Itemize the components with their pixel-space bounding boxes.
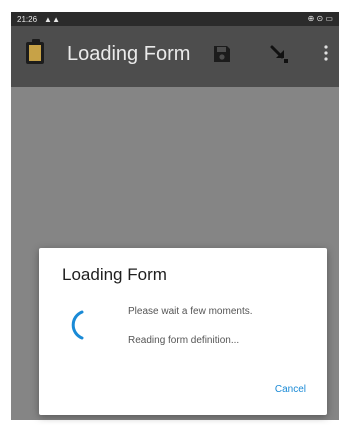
dialog-message-wait: Please wait a few moments.	[128, 306, 253, 317]
cancel-button[interactable]: Cancel	[275, 384, 306, 395]
loading-dialog: Loading Form Please wait a few moments. …	[39, 248, 327, 415]
status-time: 21:26	[17, 15, 38, 24]
dialog-message-status: Reading form definition...	[128, 335, 240, 346]
status-bar: 21:26 ▲ ▲ ⊕ ⊙ ▭	[11, 12, 339, 26]
app-bar: Loading Form	[11, 26, 339, 87]
status-icons: ⊕ ⊙ ▭	[307, 14, 333, 23]
more-vert-icon[interactable]	[323, 44, 329, 62]
loading-spinner-icon	[71, 310, 84, 340]
dialog-title: Loading Form	[62, 265, 167, 284]
device-screen: 21:26 ▲ ▲ ⊕ ⊙ ▭ Loading Form Loading For…	[0, 0, 352, 425]
app-title: Loading Form	[67, 43, 191, 65]
save-icon[interactable]	[213, 45, 231, 63]
download-arrow-icon[interactable]	[269, 44, 289, 64]
clipboard-icon	[26, 39, 44, 64]
signal-icon: ▲ ▲	[44, 15, 60, 24]
